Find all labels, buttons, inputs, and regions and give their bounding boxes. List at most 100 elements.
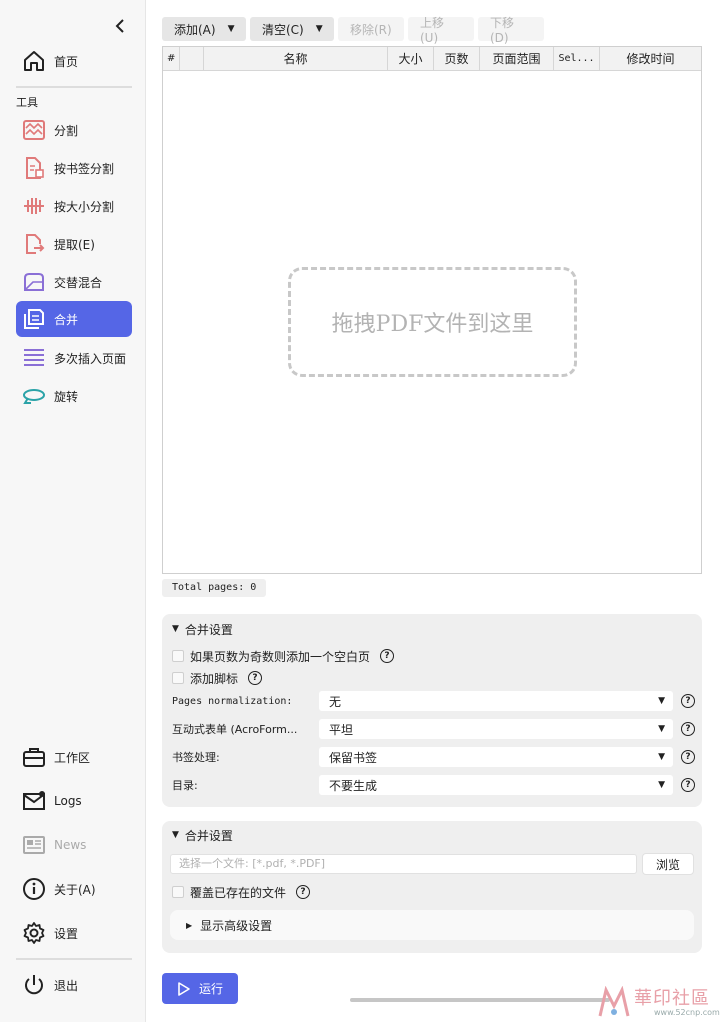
gear-icon xyxy=(22,921,46,945)
sidebar-item-label: 退出 xyxy=(54,978,79,993)
caret-down-icon: ▼ xyxy=(658,752,665,762)
sidebar-item-extract[interactable]: 提取(E) xyxy=(16,226,132,262)
select-value: 保留书签 xyxy=(329,750,378,765)
file-table[interactable]: # 名称 大小 页数 页面范围 Sel... 修改时间 拖拽PDF文件到这里 xyxy=(162,46,702,574)
play-icon xyxy=(177,981,191,997)
sidebar-item-merge[interactable]: 合并 xyxy=(16,301,132,337)
news-icon xyxy=(22,833,46,857)
column-header-size[interactable]: 大小 xyxy=(388,47,434,71)
size-split-icon xyxy=(22,194,46,218)
collapse-sidebar-button[interactable] xyxy=(110,16,130,36)
sidebar-item-label: 设置 xyxy=(54,926,79,941)
drop-zone[interactable]: 拖拽PDF文件到这里 xyxy=(288,267,577,377)
add-footer-label: 添加脚标 xyxy=(190,671,239,686)
watermark-logo xyxy=(598,986,630,1017)
column-header-modified[interactable]: 修改时间 xyxy=(600,47,701,71)
table-header: # 名称 大小 页数 页面范围 Sel... 修改时间 xyxy=(163,47,701,71)
setting-label: 书签处理: xyxy=(172,751,220,764)
browse-button-label: 浏览 xyxy=(655,857,680,872)
sidebar-item-logs[interactable]: Logs xyxy=(16,783,132,819)
multi-insert-icon xyxy=(22,346,46,370)
horizontal-scrollbar[interactable] xyxy=(350,998,610,1002)
add-footer-checkbox[interactable] xyxy=(172,672,184,684)
acroform-select[interactable]: 平坦 ▼ xyxy=(319,719,673,739)
sidebar-item-label: 多次插入页面 xyxy=(54,351,127,366)
sidebar-item-label: 交替混合 xyxy=(54,275,103,290)
caret-down-icon: ▼ xyxy=(658,724,665,734)
total-pages-label: Total pages: 0 xyxy=(162,579,267,597)
move-up-button-label: 上移(U) xyxy=(420,15,445,45)
blank-page-label: 如果页数为奇数则添加一个空白页 xyxy=(190,649,371,664)
add-button[interactable]: 添加(A) ▼ xyxy=(162,17,246,41)
pages-normalization-select[interactable]: 无 ▼ xyxy=(319,691,673,711)
output-file-input[interactable]: 选择一个文件: [*.pdf, *.PDF] xyxy=(170,854,637,874)
blank-page-checkbox[interactable] xyxy=(172,650,184,662)
sidebar-item-label: 提取(E) xyxy=(54,237,95,252)
sidebar-item-multi-insert[interactable]: 多次插入页面 xyxy=(16,340,132,376)
sidebar-item-news[interactable]: News xyxy=(16,827,132,863)
bookmark-split-icon xyxy=(22,156,46,180)
remove-button[interactable]: 移除(R) xyxy=(338,17,404,41)
column-header-selection[interactable]: Sel... xyxy=(554,47,600,71)
advanced-settings-toggle[interactable]: ▶ 显示高级设置 xyxy=(170,910,694,940)
alternate-mix-icon xyxy=(22,270,46,294)
info-icon xyxy=(22,877,46,901)
help-icon[interactable]: ? xyxy=(681,778,695,792)
setting-label: 目录: xyxy=(172,779,198,792)
sidebar-item-alternate-mix[interactable]: 交替混合 xyxy=(16,264,132,300)
output-settings-panel: ▼ 合并设置 选择一个文件: [*.pdf, *.PDF] 浏览 覆盖已存在的文… xyxy=(162,821,702,953)
help-icon[interactable]: ? xyxy=(380,649,395,663)
clear-button[interactable]: 清空(C) ▼ xyxy=(250,17,334,41)
help-icon[interactable]: ? xyxy=(681,750,695,764)
help-icon[interactable]: ? xyxy=(296,885,311,899)
column-header-select[interactable] xyxy=(180,47,204,71)
sidebar-item-rotate[interactable]: 旋转 xyxy=(16,378,132,414)
browse-button[interactable]: 浏览 xyxy=(642,853,694,875)
setting-row: 书签处理: 保留书签 ▼ ? xyxy=(172,746,696,768)
sidebar-item-split[interactable]: 分割 xyxy=(16,112,132,148)
sidebar-item-label: 按书签分割 xyxy=(54,161,115,176)
help-icon[interactable]: ? xyxy=(248,671,263,685)
move-up-button[interactable]: 上移(U) xyxy=(408,16,474,45)
merge-settings-toggle[interactable]: ▼ 合并设置 xyxy=(172,620,233,638)
watermark-url: www.52cnp.com xyxy=(654,1008,720,1017)
setting-row: 目录: 不要生成 ▼ ? xyxy=(172,774,696,796)
sidebar-item-label: 旋转 xyxy=(54,389,79,404)
setting-row: Pages normalization: 无 ▼ ? xyxy=(172,690,696,712)
run-button[interactable]: 运行 xyxy=(162,973,238,1004)
power-icon xyxy=(22,973,46,997)
column-header-index[interactable]: # xyxy=(163,47,180,71)
setting-label: Pages normalization: xyxy=(172,695,293,707)
sidebar-item-exit[interactable]: 退出 xyxy=(16,967,132,1003)
caret-down-icon: ▼ xyxy=(658,696,665,706)
sidebar-item-label: 合并 xyxy=(54,312,79,327)
sidebar-item-home[interactable]: 首页 xyxy=(16,43,132,79)
caret-down-icon: ▼ xyxy=(315,24,323,34)
column-header-pages[interactable]: 页数 xyxy=(434,47,480,71)
triangle-right-icon: ▶ xyxy=(186,920,193,930)
select-value: 不要生成 xyxy=(329,778,378,793)
column-header-name[interactable]: 名称 xyxy=(204,47,388,71)
help-icon[interactable]: ? xyxy=(681,694,695,708)
move-down-button[interactable]: 下移(D) xyxy=(478,16,544,45)
setting-label: 互动式表单 (AcroForm... xyxy=(172,723,298,736)
column-header-page-range[interactable]: 页面范围 xyxy=(480,47,554,71)
sidebar-item-split-size[interactable]: 按大小分割 xyxy=(16,188,132,224)
sidebar-item-label: 按大小分割 xyxy=(54,199,115,214)
sidebar-item-split-bookmarks[interactable]: 按书签分割 xyxy=(16,150,132,186)
triangle-down-icon: ▼ xyxy=(172,624,179,634)
clear-button-label: 清空(C) xyxy=(262,22,304,37)
toc-select[interactable]: 不要生成 ▼ xyxy=(319,775,673,795)
workspace-icon xyxy=(22,745,46,769)
extract-icon xyxy=(22,232,46,256)
blank-page-option: 如果页数为奇数则添加一个空白页 ? xyxy=(172,645,696,667)
sidebar-item-about[interactable]: 关于(A) xyxy=(16,871,132,907)
bookmarks-select[interactable]: 保留书签 ▼ xyxy=(319,747,673,767)
sidebar-item-settings[interactable]: 设置 xyxy=(16,915,132,951)
advanced-settings-label: 显示高级设置 xyxy=(200,918,273,933)
overwrite-checkbox[interactable] xyxy=(172,886,184,898)
select-value: 平坦 xyxy=(329,722,354,737)
sidebar-item-workspace[interactable]: 工作区 xyxy=(16,739,132,775)
help-icon[interactable]: ? xyxy=(681,722,695,736)
output-settings-toggle[interactable]: ▼ 合并设置 xyxy=(172,826,233,844)
